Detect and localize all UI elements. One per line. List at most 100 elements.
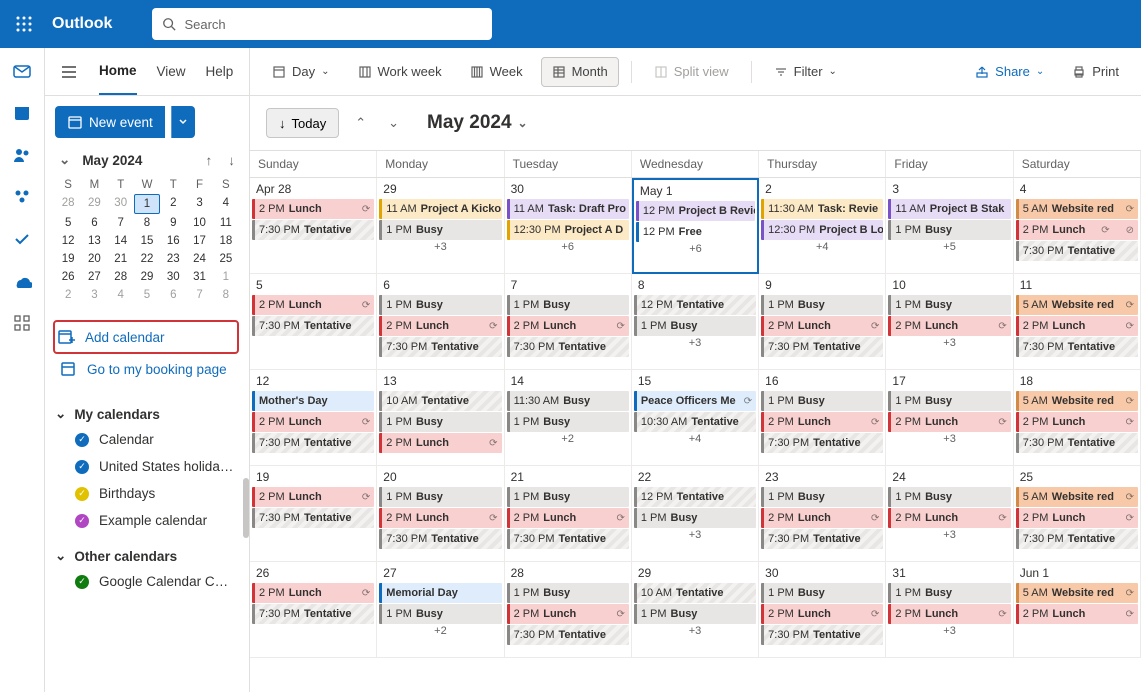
rail-mail-icon[interactable] — [9, 58, 35, 84]
tab-view[interactable]: View — [157, 49, 186, 95]
calendar-event[interactable]: 12 PMProject B Revie — [636, 201, 755, 221]
calendar-event[interactable]: 7:30 PMTentative — [1016, 337, 1138, 357]
calendar-event[interactable]: 2 PMLunch⟳ — [888, 412, 1010, 432]
mini-day[interactable]: 20 — [81, 250, 107, 268]
day-cell[interactable]: 101 PMBusy2 PMLunch⟳+3 — [886, 274, 1013, 370]
calendar-color-dot[interactable] — [75, 433, 89, 447]
add-calendar-link[interactable]: Add calendar — [53, 320, 239, 354]
day-cell[interactable]: 311 PMBusy2 PMLunch⟳+3 — [886, 562, 1013, 658]
calendar-event[interactable]: 7:30 PMTentative — [507, 625, 629, 645]
calendar-event[interactable]: 1 PMBusy — [761, 295, 883, 315]
calendar-event[interactable]: 2 PMLunch⟳ — [507, 316, 629, 336]
mini-day[interactable]: 2 — [160, 194, 186, 214]
more-events-link[interactable]: +3 — [886, 529, 1012, 541]
day-cell[interactable]: 71 PMBusy2 PMLunch⟳7:30 PMTentative — [505, 274, 632, 370]
day-cell[interactable]: 2212 PMTentative1 PMBusy+3 — [632, 466, 759, 562]
other-calendars-header[interactable]: ⌄ Other calendars — [55, 544, 239, 568]
day-cell[interactable]: 281 PMBusy2 PMLunch⟳7:30 PMTentative — [505, 562, 632, 658]
mini-day[interactable]: 18 — [213, 232, 239, 250]
my-calendars-header[interactable]: ⌄ My calendars — [55, 402, 239, 426]
day-cell[interactable]: 241 PMBusy2 PMLunch⟳+3 — [886, 466, 1013, 562]
rail-more-apps-icon[interactable] — [9, 310, 35, 336]
share-button[interactable]: Share⌄ — [965, 57, 1054, 87]
day-cell[interactable]: 91 PMBusy2 PMLunch⟳7:30 PMTentative — [759, 274, 886, 370]
mini-day[interactable]: 12 — [55, 232, 81, 250]
more-events-link[interactable]: +2 — [377, 625, 503, 637]
mini-day[interactable]: 30 — [108, 194, 134, 214]
calendar-event[interactable]: 1 PMBusy — [507, 487, 629, 507]
more-events-link[interactable]: +3 — [632, 337, 758, 349]
mini-day[interactable]: 25 — [213, 250, 239, 268]
mini-day[interactable]: 8 — [134, 214, 160, 232]
calendar-event[interactable]: 1 PMBusy — [634, 316, 756, 336]
calendar-event[interactable]: 2 PMLunch⟳ — [761, 508, 883, 528]
day-cell[interactable]: 192 PMLunch⟳7:30 PMTentative — [250, 466, 377, 562]
day-cell[interactable]: 171 PMBusy2 PMLunch⟳+3 — [886, 370, 1013, 466]
filter-button[interactable]: Filter⌄ — [764, 57, 847, 87]
rail-onedrive-icon[interactable] — [9, 268, 35, 294]
day-cell[interactable]: 15Peace Officers Me⟳10:30 AMTentative+4 — [632, 370, 759, 466]
calendar-event[interactable]: 12 PMFree — [636, 222, 755, 242]
day-cell[interactable]: 3011 AMTask: Draft Pro12:30 PMProject A … — [505, 178, 632, 274]
day-cell[interactable]: 185 AMWebsite red⟳2 PMLunch⟳7:30 PMTenta… — [1014, 370, 1141, 466]
mini-day[interactable]: 8 — [213, 286, 239, 304]
sidebar-scrollbar[interactable] — [243, 478, 249, 538]
day-cell[interactable]: 12Mother's Day2 PMLunch⟳7:30 PMTentative — [250, 370, 377, 466]
calendar-event[interactable]: 12:30 PMProject B Lo — [761, 220, 883, 240]
calendar-event[interactable]: 2 PMLunch⟳ — [379, 508, 501, 528]
calendar-event[interactable]: 7:30 PMTentative — [379, 337, 501, 357]
mini-day[interactable]: 14 — [108, 232, 134, 250]
calendar-event[interactable]: 2 PMLunch⟳ — [1016, 316, 1138, 336]
mini-day[interactable]: 3 — [81, 286, 107, 304]
mini-day[interactable]: 4 — [213, 194, 239, 214]
calendar-event[interactable]: 2 PMLunch⟳ — [761, 316, 883, 336]
calendar-color-dot[interactable] — [75, 460, 89, 474]
mini-day[interactable]: 26 — [55, 268, 81, 286]
more-events-link[interactable]: +4 — [759, 241, 885, 253]
day-cell[interactable]: 255 AMWebsite red⟳2 PMLunch⟳7:30 PMTenta… — [1014, 466, 1141, 562]
calendar-event[interactable]: 2 PMLunch⟳ — [507, 508, 629, 528]
day-cell[interactable]: 52 PMLunch⟳7:30 PMTentative — [250, 274, 377, 370]
tab-home[interactable]: Home — [99, 49, 137, 95]
calendar-event[interactable]: 2 PMLunch⟳ — [1016, 508, 1138, 528]
calendar-event[interactable]: 2 PMLunch⟳ — [1016, 604, 1138, 624]
calendar-event[interactable]: 2 PMLunch⟳ — [252, 487, 374, 507]
calendar-event[interactable]: 2 PMLunch⟳ — [761, 412, 883, 432]
rail-groups-icon[interactable] — [9, 184, 35, 210]
rail-todo-icon[interactable] — [9, 226, 35, 252]
view-month-button[interactable]: Month — [541, 57, 619, 87]
calendar-event[interactable]: 1 PMBusy — [888, 583, 1010, 603]
today-button[interactable]: ↓Today — [266, 108, 339, 138]
split-view-button[interactable]: Split view — [644, 57, 739, 87]
tab-help[interactable]: Help — [206, 49, 234, 95]
day-cell[interactable]: Apr 282 PMLunch⟳7:30 PMTentative — [250, 178, 377, 274]
mini-day[interactable]: 7 — [186, 286, 212, 304]
new-event-dropdown[interactable] — [171, 106, 195, 138]
calendar-event[interactable]: 1 PMBusy — [761, 583, 883, 603]
calendar-event[interactable]: 12:30 PMProject A D — [507, 220, 629, 240]
calendar-event[interactable]: 2 PMLunch⟳ — [888, 316, 1010, 336]
mini-day[interactable]: 31 — [186, 268, 212, 286]
calendar-event[interactable]: 1 PMBusy — [761, 391, 883, 411]
day-cell[interactable]: 45 AMWebsite red⟳2 PMLunch⟳⊘7:30 PMTenta… — [1014, 178, 1141, 274]
calendar-event[interactable]: 7:30 PMTentative — [761, 337, 883, 357]
more-events-link[interactable]: +3 — [886, 433, 1012, 445]
rail-people-icon[interactable] — [9, 142, 35, 168]
view-day-button[interactable]: Day⌄ — [262, 57, 340, 87]
app-launcher-icon[interactable] — [0, 16, 48, 32]
day-cell[interactable]: Jun 15 AMWebsite red⟳2 PMLunch⟳ — [1014, 562, 1141, 658]
mini-day[interactable]: 29 — [134, 268, 160, 286]
calendar-item[interactable]: Example calendar — [55, 507, 239, 534]
print-button[interactable]: Print — [1062, 57, 1129, 87]
mini-day[interactable]: 21 — [108, 250, 134, 268]
view-workweek-button[interactable]: Work week — [348, 57, 452, 87]
calendar-event[interactable]: 12 PMTentative — [634, 295, 756, 315]
calendar-event[interactable]: 7:30 PMTentative — [761, 433, 883, 453]
day-cell[interactable]: 211 PMBusy2 PMLunch⟳7:30 PMTentative — [505, 466, 632, 562]
calendar-event[interactable]: 7:30 PMTentative — [761, 529, 883, 549]
view-week-button[interactable]: Week — [460, 57, 533, 87]
day-cell[interactable]: 262 PMLunch⟳7:30 PMTentative — [250, 562, 377, 658]
hamburger-icon[interactable] — [45, 63, 93, 81]
calendar-event[interactable]: 11 AMProject B Stak — [888, 199, 1010, 219]
calendar-event[interactable]: 10:30 AMTentative — [634, 412, 756, 432]
